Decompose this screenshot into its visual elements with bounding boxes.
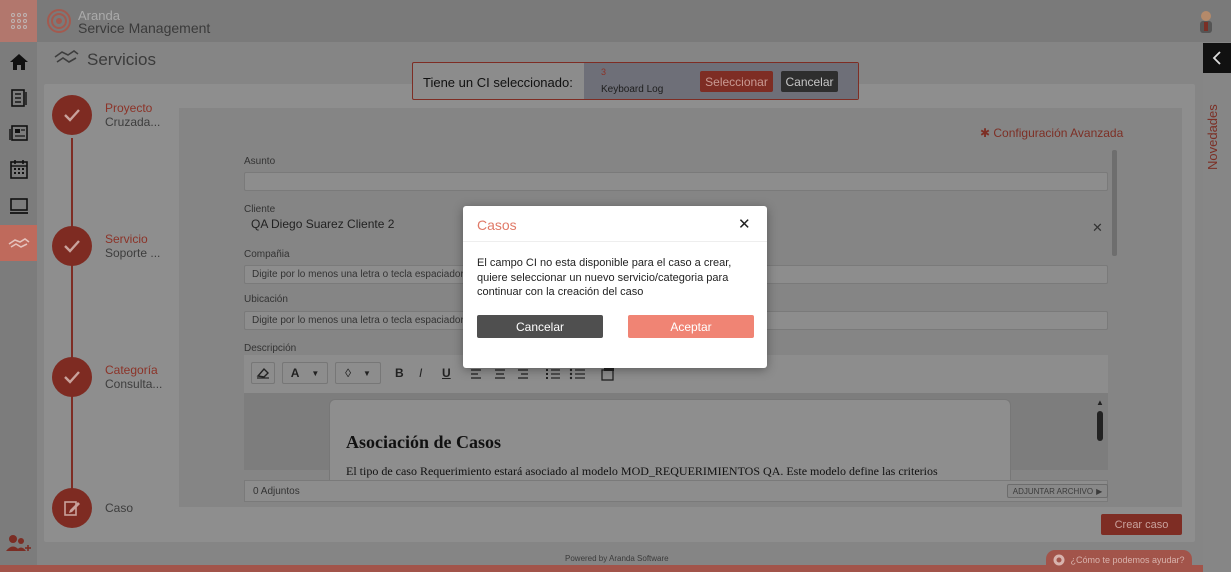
monitor-icon [9,198,28,214]
attachments-bar [244,480,1108,502]
novedades-tab[interactable]: Novedades [1205,90,1225,170]
format-clear-button[interactable] [251,362,275,384]
attach-file-label: ADJUNTAR ARCHIVO [1012,486,1094,496]
ci-cancel-button[interactable]: Cancelar [781,71,838,92]
check-icon [64,109,80,122]
chevron-down-icon: ▼ [311,368,320,378]
services-icon [8,238,29,248]
dialog-message: El campo CI no esta disponible para el c… [477,257,732,298]
step-title: Proyecto [105,101,153,115]
config-advanced-label: Configuración Avanzada [993,126,1124,140]
cliente-field[interactable]: QA Diego Suarez Cliente 2 [244,217,394,231]
collapse-panel-button[interactable] [1203,43,1231,73]
nav-services[interactable] [0,225,37,261]
eraser-icon [256,367,269,379]
calendar-icon [9,160,28,179]
bold-button[interactable]: B [395,366,404,380]
font-color-dropdown[interactable]: A ▼ [282,362,328,384]
nav-documents[interactable] [0,80,37,116]
asunto-label: Asunto [244,156,276,167]
home-icon [9,54,28,70]
align-icons[interactable] [471,368,531,380]
document-heading: Asociación de Casos [346,432,502,452]
dialog-cancel-button[interactable]: Cancelar [477,315,603,338]
step-title: Servicio [105,232,148,246]
powered-by-text: Powered by Aranda Software [565,554,669,563]
attachments-count: 0 Adjuntos [253,486,300,497]
brand-product: Service Management [78,20,211,36]
ci-selected-label: Tiene un CI seleccionado: [423,75,573,90]
descripcion-label: Descripción [244,343,297,354]
services-icon [54,50,79,63]
form-scrollbar[interactable] [1112,150,1117,256]
chevron-left-icon [1212,51,1221,65]
play-arrow-icon: ▶ [1096,486,1103,496]
help-label: ¿Cómo te podemos ayudar? [1070,555,1185,565]
help-button[interactable]: ¿Cómo te podemos ayudar? [1046,550,1192,570]
scroll-up-icon[interactable]: ▲ [1096,398,1104,407]
step-subtitle: Consulta... [105,377,163,391]
ci-select-button[interactable]: Seleccionar [700,71,773,92]
nav-news[interactable] [0,115,37,151]
step-subtitle: Cruzada... [105,115,161,129]
step-title: Categoría [105,363,158,377]
nav-devices[interactable] [0,188,37,224]
underline-button[interactable]: U [442,366,451,380]
ci-name: Keyboard Log [601,84,664,95]
clear-client-icon[interactable]: ✕ [1092,220,1103,236]
chat-help-icon [1053,554,1065,566]
document-list-icon [10,89,27,107]
list-icons[interactable] [546,368,586,380]
casos-dialog: Casos ✕ El campo CI no esta disponible p… [463,206,767,368]
dialog-accept-button[interactable]: Aceptar [628,315,754,338]
news-icon [8,125,28,141]
stepper-line [71,138,73,498]
ci-number: 3 [601,67,607,77]
page-title: Servicios [87,50,156,69]
check-icon [64,371,80,384]
editor-scrollbar-thumb[interactable] [1097,411,1103,441]
italic-button[interactable]: I [419,366,422,380]
ubicacion-label: Ubicación [244,294,288,305]
step-categoria-check[interactable] [52,357,92,397]
close-icon[interactable]: ✕ [738,215,751,233]
dialog-title: Casos [477,217,517,233]
check-icon [64,240,80,253]
attach-file-button[interactable]: ADJUNTAR ARCHIVO ▶ [1007,484,1108,498]
cliente-label: Cliente [244,204,276,215]
dialog-header: Casos ✕ [463,206,767,242]
chevron-down-icon: ▼ [363,368,371,378]
table-icon[interactable] [601,367,615,381]
edit-icon [64,501,80,516]
step-servicio-check[interactable] [52,226,92,266]
create-case-button[interactable]: Crear caso [1101,514,1182,535]
step-subtitle: Soporte ... [105,246,161,260]
asunto-input[interactable] [244,172,1108,191]
step-caso-edit[interactable] [52,488,92,528]
aranda-logo-icon [47,9,71,33]
apps-menu-button[interactable] [0,0,37,42]
user-avatar-icon[interactable] [1196,9,1216,35]
fill-color-dropdown[interactable]: ◊ ▼ [335,362,381,384]
document-text: El tipo de caso Requerimiento estará aso… [346,464,938,478]
config-advanced-link[interactable]: ✱ Configuración Avanzada [980,126,1123,140]
nav-calendar[interactable] [0,151,37,187]
step-proyecto-check[interactable] [52,95,92,135]
nav-home[interactable] [0,44,37,80]
step-subtitle: Caso [105,501,134,515]
droplet-icon: ◊ [345,366,351,380]
compania-label: Compañia [244,249,290,260]
apps-grid-icon [10,13,27,29]
add-users-icon[interactable] [5,533,31,555]
font-color-label: A [290,366,300,380]
